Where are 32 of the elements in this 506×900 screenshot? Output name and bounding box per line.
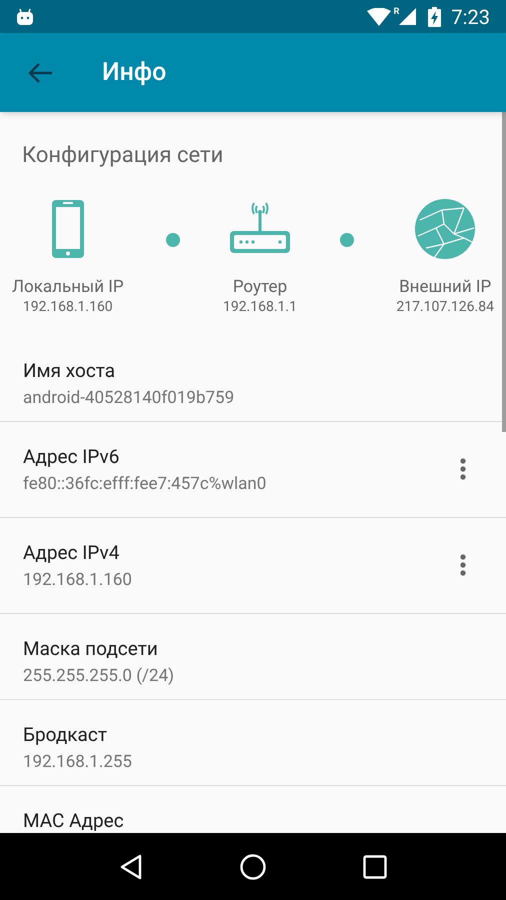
setting-value: 192.168.1.160	[23, 569, 133, 592]
setting-title: MAC Адрес	[23, 808, 125, 833]
ip-address: 217.107.126.84	[396, 298, 494, 316]
ip-address: 192.168.1.160	[22, 298, 113, 316]
globe-icon	[414, 198, 476, 260]
setting-title: Маска подсети	[23, 636, 159, 662]
roaming-indicator: R	[394, 6, 400, 19]
setting-value: 192.168.1.255	[23, 751, 133, 774]
node-label: Роутер	[232, 276, 288, 298]
more-options-icon[interactable]	[460, 554, 466, 576]
setting-value: 255.255.255.0 (/24)	[23, 665, 176, 688]
phone-icon	[50, 199, 85, 259]
clock: 7:23	[451, 4, 490, 30]
more-options-icon[interactable]	[460, 458, 466, 480]
back-icon[interactable]	[118, 854, 143, 880]
setting-title: Адрес IPv4	[23, 540, 120, 566]
setting-title: Адрес IPv6	[23, 444, 120, 470]
node-label: Локальный IP	[12, 276, 124, 298]
screen-title: Инфо	[102, 56, 166, 89]
setting-value: android-40528140f019b759	[23, 387, 236, 410]
home-icon[interactable]	[240, 854, 266, 880]
android-icon	[16, 8, 34, 26]
wifi-icon	[366, 8, 391, 26]
setting-title: Бродкаст	[23, 722, 108, 748]
recents-icon[interactable]	[363, 854, 388, 878]
setting-title: Имя хоста	[23, 358, 116, 384]
section-title: Конфигурация сети	[21, 142, 224, 170]
setting-value: fe80::36fc:efff:fee7:457c%wlan0	[23, 473, 268, 496]
battery-charging-icon	[428, 6, 442, 26]
node-label: Внешний IP	[399, 276, 492, 298]
signal-icon	[399, 8, 416, 25]
ip-address: 192.168.1.1	[222, 298, 297, 316]
